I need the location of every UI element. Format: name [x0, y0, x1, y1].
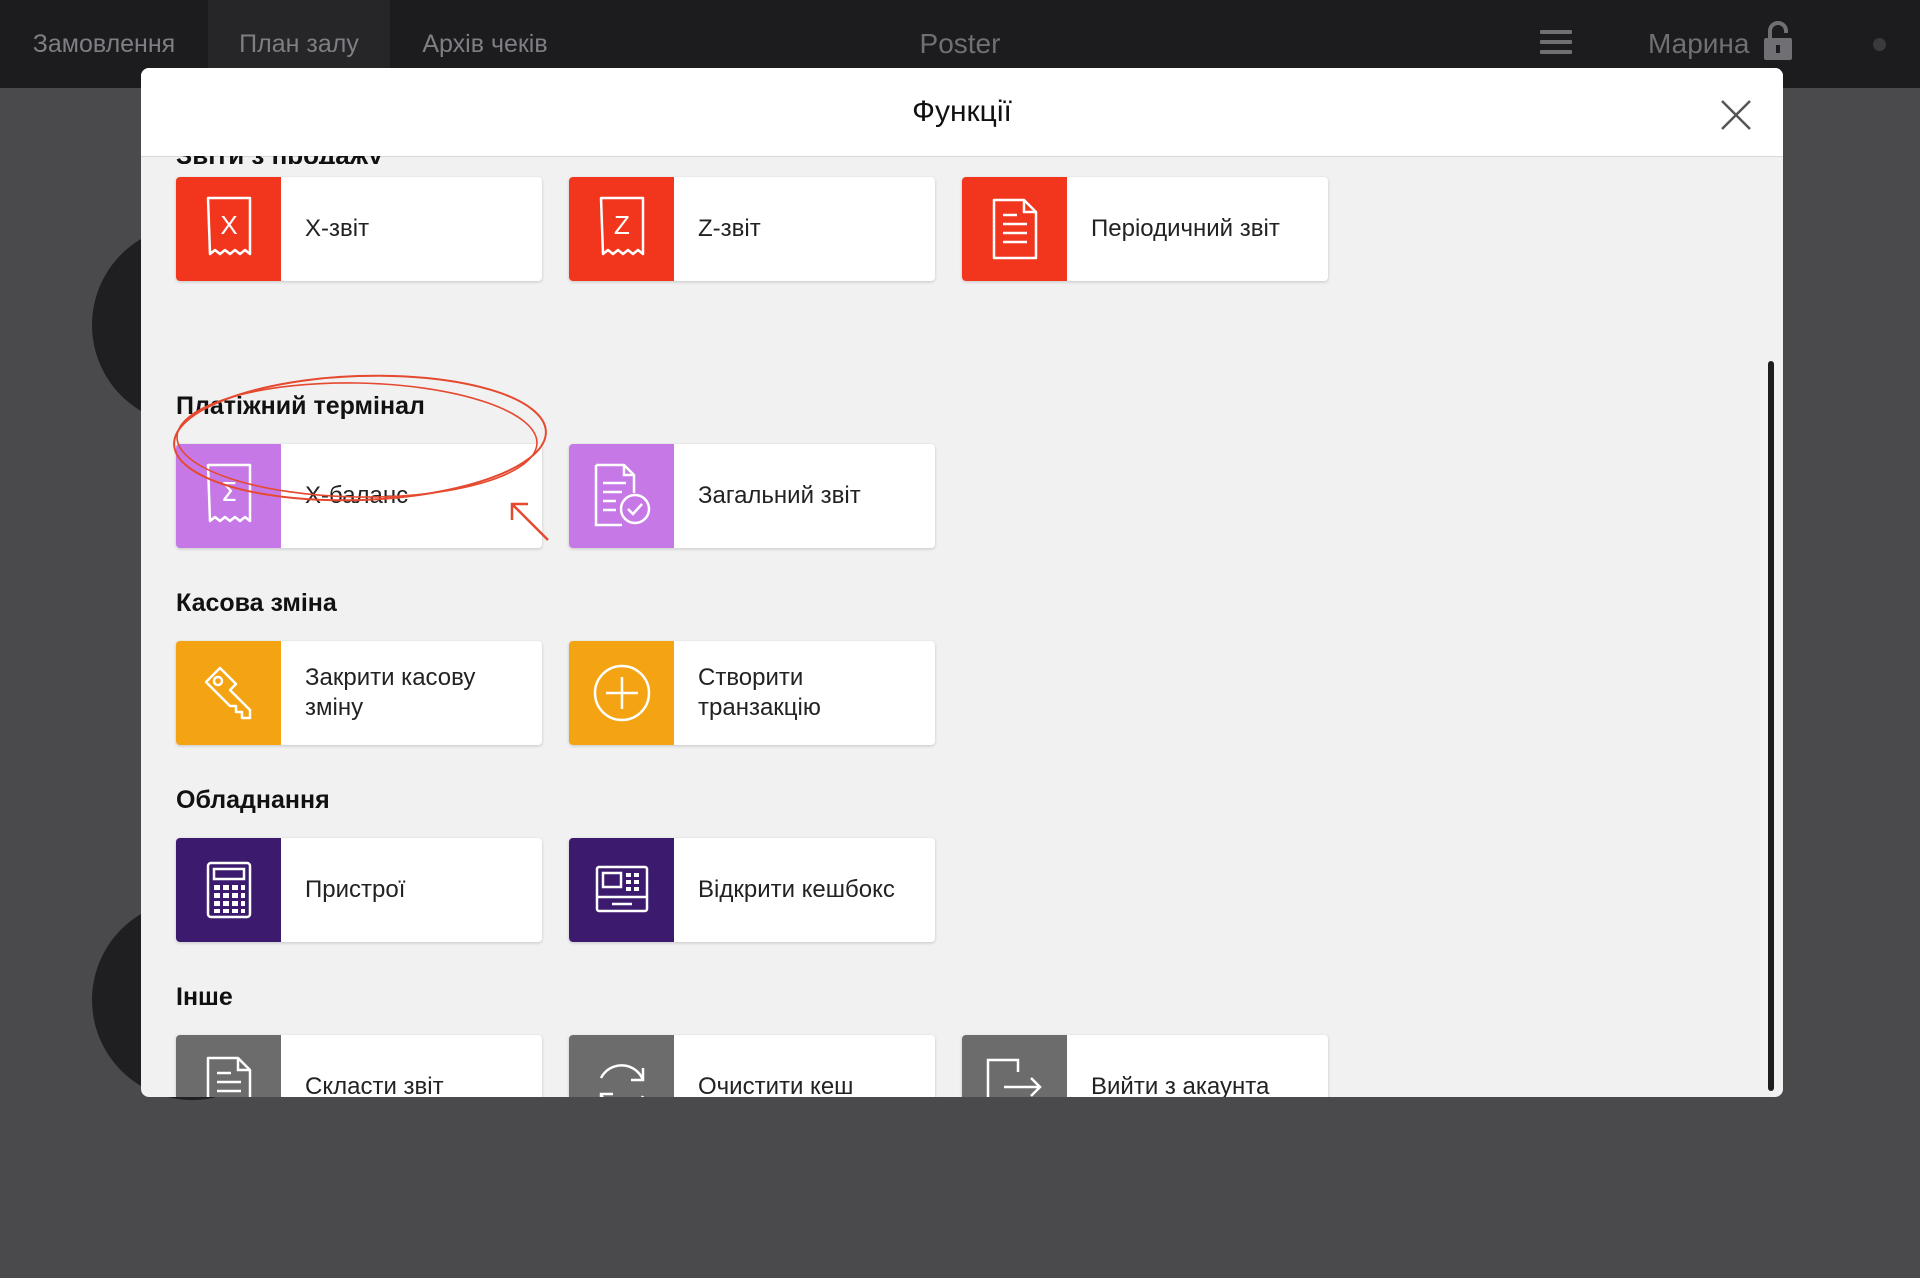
make-report-button[interactable]: Скласти звіт — [176, 1035, 542, 1097]
card-label: Відкрити кешбокс — [698, 876, 895, 903]
close-icon[interactable] — [1719, 98, 1753, 132]
hamburger-menu-icon[interactable] — [1540, 30, 1572, 56]
document-icon — [962, 177, 1067, 281]
functions-modal: Функції Звіти з продажу X X-звіт Z Z-зві… — [141, 68, 1783, 1097]
card-label: Очистити кеш — [698, 1073, 854, 1097]
refresh-icon — [569, 1035, 674, 1097]
x-report-button[interactable]: X X-звіт — [176, 177, 542, 281]
card-label: X-звіт — [305, 215, 370, 242]
svg-text:Σ: Σ — [220, 478, 236, 508]
svg-text:Z: Z — [614, 210, 630, 240]
periodic-report-button[interactable]: Періодичний звіт — [962, 177, 1328, 281]
calculator-icon — [176, 838, 281, 942]
plus-circle-icon — [569, 641, 674, 745]
card-label: Вийти з акаунта — [1091, 1073, 1270, 1097]
x-balance-button[interactable]: Σ X-баланс — [176, 444, 542, 548]
logout-button[interactable]: Вийти з акаунта — [962, 1035, 1328, 1097]
clear-cache-button[interactable]: Очистити кеш — [569, 1035, 935, 1097]
card-label: Z-звіт — [698, 215, 761, 242]
card-label: X-баланс — [305, 482, 409, 509]
scrollbar[interactable] — [1768, 361, 1774, 1091]
card-label: Створити транзакцію — [698, 664, 821, 721]
section-heading-cash-shift: Касова зміна — [176, 589, 337, 617]
key-icon — [176, 641, 281, 745]
cash-register-icon — [569, 838, 674, 942]
card-label: Скласти звіт — [305, 1073, 444, 1097]
receipt-z-icon: Z — [569, 177, 674, 281]
document-check-icon — [569, 444, 674, 548]
z-report-button[interactable]: Z Z-звіт — [569, 177, 935, 281]
svg-text:X: X — [220, 210, 237, 240]
status-dot — [1873, 38, 1886, 51]
devices-button[interactable]: Пристрої — [176, 838, 542, 942]
modal-title: Функції — [912, 95, 1012, 128]
lock-icon[interactable] — [1763, 20, 1793, 62]
section-heading-equipment: Обладнання — [176, 786, 330, 814]
general-report-button[interactable]: Загальний звіт — [569, 444, 935, 548]
receipt-sigma-icon: Σ — [176, 444, 281, 548]
card-label: Пристрої — [305, 876, 406, 903]
modal-content: Звіти з продажу X X-звіт Z Z-звіт Період… — [141, 156, 1783, 1097]
section-heading-other: Інше — [176, 983, 233, 1011]
document-icon — [176, 1035, 281, 1097]
close-shift-button[interactable]: Закрити касову зміну — [176, 641, 542, 745]
card-label: Загальний звіт — [698, 482, 861, 509]
card-label: Періодичний звіт — [1091, 215, 1280, 242]
receipt-x-icon: X — [176, 177, 281, 281]
section-heading-sales-reports: Звіти з продажу — [176, 156, 383, 164]
modal-header: Функції — [141, 68, 1783, 157]
create-transaction-button[interactable]: Створити транзакцію — [569, 641, 935, 745]
section-heading-payment-terminal: Платіжний термінал — [176, 392, 425, 420]
logout-icon — [962, 1035, 1067, 1097]
card-label: Закрити касову зміну — [305, 664, 476, 721]
open-cashbox-button[interactable]: Відкрити кешбокс — [569, 838, 935, 942]
